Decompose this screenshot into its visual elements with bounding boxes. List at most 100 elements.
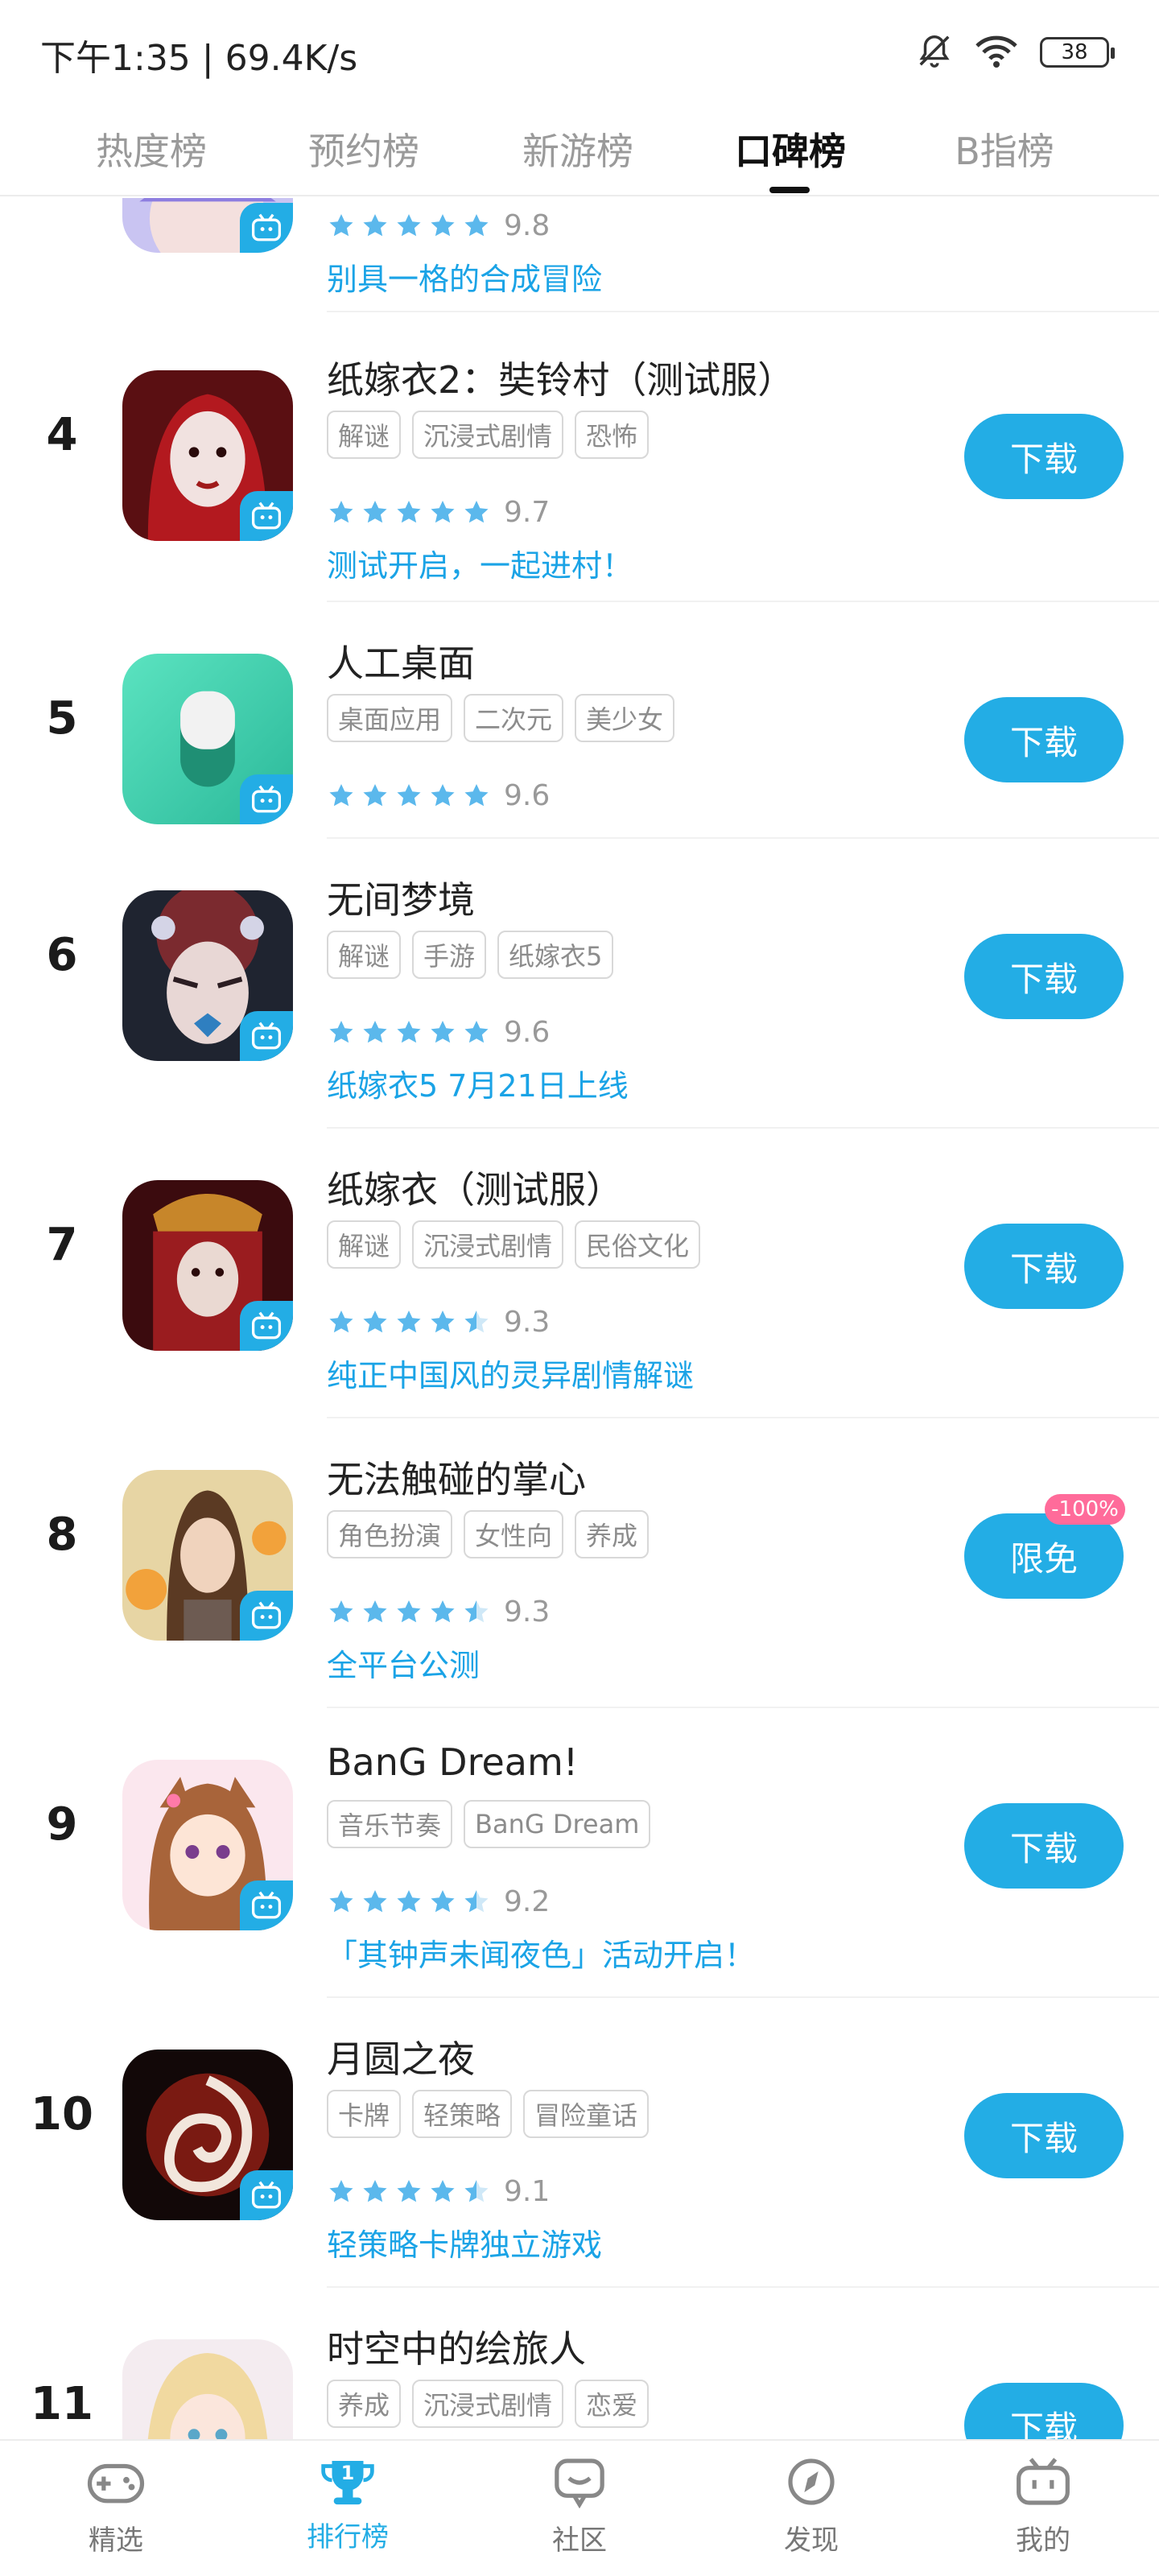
tab-reservation[interactable]: 预约榜 xyxy=(308,122,419,175)
app-subtitle: 全平台公测 xyxy=(327,1648,481,1683)
list-item[interactable]: 9.8 别具一格的合成冒险 xyxy=(0,198,1159,312)
ranking-tabs: 热度榜 预约榜 新游榜 口碑榜 B指榜 xyxy=(0,113,1159,196)
star-icon xyxy=(397,213,421,236)
chat-bubble-icon xyxy=(548,2455,611,2512)
star-icon xyxy=(329,1020,353,1042)
nav-label: 排行榜 xyxy=(307,2521,389,2553)
star-icon xyxy=(397,2179,421,2202)
app-title: BanG Dream! xyxy=(327,1740,579,1784)
list-item[interactable]: 4 纸嫁衣2：奘铃村（测试服） 解谜 沉浸式剧情 恐怖 9.7 测试开启，一起进… xyxy=(0,312,1159,602)
trophy-rank-digit: 1 xyxy=(340,2462,355,2484)
app-tags: 解谜 沉浸式剧情 民俗文化 xyxy=(327,1220,701,1269)
nav-ranking[interactable]: 1 排行榜 xyxy=(267,2455,428,2554)
nav-label: 社区 xyxy=(552,2524,607,2557)
rank-number: 7 xyxy=(46,1219,78,1271)
app-subtitle: 纸嫁衣5 7月21日上线 xyxy=(327,1068,629,1104)
app-tag: 卡牌 xyxy=(327,2090,402,2138)
star-icon xyxy=(363,1020,387,1042)
app-icon[interactable] xyxy=(122,1470,293,1641)
tv-face-icon xyxy=(1012,2455,1074,2512)
rating-score: 9.3 xyxy=(504,1596,551,1629)
app-tag: 恋爱 xyxy=(575,2380,650,2428)
tab-hot[interactable]: 热度榜 xyxy=(96,122,207,175)
rank-number: 5 xyxy=(46,692,78,745)
download-button[interactable]: 下载 xyxy=(964,414,1124,499)
nav-label: 发现 xyxy=(784,2524,839,2557)
rank-number: 4 xyxy=(46,409,78,461)
list-item[interactable]: 8 无法触碰的掌心 角色扮演 女性向 养成 9.3 全平台公测 限免 -100% xyxy=(0,1418,1159,1708)
tab-new-games[interactable]: 新游榜 xyxy=(522,122,633,175)
rating: 9.3 xyxy=(327,1596,550,1629)
nav-community[interactable]: 社区 xyxy=(499,2455,660,2557)
app-icon[interactable] xyxy=(122,2050,293,2220)
star-icon xyxy=(329,1889,353,1912)
app-icon[interactable] xyxy=(122,2339,293,2439)
app-icon[interactable] xyxy=(122,1760,293,1930)
app-tags: 解谜 手游 纸嫁衣5 xyxy=(327,931,614,979)
tab-reputation[interactable]: 口碑榜 xyxy=(735,122,846,175)
list-item[interactable]: 9 BanG Dream! 音乐节奏 BanG Dream 9.2 「其钟声未闻… xyxy=(0,1708,1159,1998)
app-tag: 美少女 xyxy=(575,694,675,742)
rating: 9.2 xyxy=(327,1885,550,1918)
rating-score: 9.6 xyxy=(504,1016,551,1049)
star-icon xyxy=(464,500,489,522)
download-button[interactable]: 下载 xyxy=(964,934,1124,1019)
download-button[interactable]: 下载 xyxy=(964,1224,1124,1309)
app-tag: 角色扮演 xyxy=(327,1510,453,1558)
app-icon[interactable] xyxy=(122,370,293,541)
rating-score: 9.3 xyxy=(504,1306,551,1339)
star-icon xyxy=(329,213,353,236)
rating-score: 9.7 xyxy=(504,496,551,529)
free-limited-button[interactable]: 限免 xyxy=(964,1513,1124,1599)
app-icon[interactable] xyxy=(122,1180,293,1351)
app-tag: 纸嫁衣5 xyxy=(497,931,614,979)
star-icon xyxy=(363,213,387,236)
bottom-navigation: 精选 1 排行榜 社区 发现 我的 xyxy=(0,2439,1159,2576)
app-tag: 桌面应用 xyxy=(327,694,453,742)
app-title: 纸嫁衣（测试服） xyxy=(327,1168,623,1212)
bilibili-badge-icon xyxy=(240,2170,293,2220)
list-item[interactable]: 10 月圆之夜 卡牌 轻策略 冒险童话 9.1 轻策略卡牌独立游戏 下载 xyxy=(0,1998,1159,2288)
nav-profile[interactable]: 我的 xyxy=(963,2455,1124,2557)
nav-featured[interactable]: 精选 xyxy=(35,2455,196,2557)
bilibili-badge-icon xyxy=(240,1011,293,1061)
list-item[interactable]: 11 时空中的绘旅人 养成 沉浸式剧情 恋爱 下载 xyxy=(0,2288,1159,2439)
list-item[interactable]: 7 纸嫁衣（测试服） 解谜 沉浸式剧情 民俗文化 9.3 纯正中国风的灵异剧情解… xyxy=(0,1129,1159,1418)
wifi-icon xyxy=(974,32,1019,72)
status-time-speed: 下午1:35 | 69.4K/s xyxy=(40,38,358,79)
rating-stars xyxy=(327,2178,491,2207)
rating: 9.6 xyxy=(327,1016,550,1049)
nav-label: 精选 xyxy=(89,2524,143,2557)
rating-stars xyxy=(327,782,491,811)
star-icon xyxy=(431,1600,455,1622)
download-button[interactable]: 下载 xyxy=(964,2093,1124,2178)
app-tag: 解谜 xyxy=(327,411,402,459)
star-icon xyxy=(329,1600,353,1622)
star-icon xyxy=(363,1600,387,1622)
rank-number: 9 xyxy=(46,1798,78,1851)
nav-discover[interactable]: 发现 xyxy=(731,2455,892,2557)
star-icon xyxy=(431,1020,455,1042)
star-icon xyxy=(464,2179,489,2202)
app-tags: 养成 沉浸式剧情 恋爱 xyxy=(327,2380,650,2428)
star-icon xyxy=(464,783,489,806)
app-icon[interactable] xyxy=(122,654,293,824)
star-icon xyxy=(431,500,455,522)
app-title: 无法触碰的掌心 xyxy=(327,1458,586,1501)
download-button[interactable]: 下载 xyxy=(964,697,1124,782)
star-icon xyxy=(397,783,421,806)
app-tags: 卡牌 轻策略 冒险童话 xyxy=(327,2090,650,2138)
list-item[interactable]: 5 人工桌面 桌面应用 二次元 美少女 9.6 下载 xyxy=(0,602,1159,839)
rating-score: 9.1 xyxy=(504,2175,551,2208)
rating: 9.6 xyxy=(327,779,550,812)
star-icon xyxy=(329,783,353,806)
download-button[interactable]: 下载 xyxy=(964,2383,1124,2439)
star-icon xyxy=(464,1889,489,1912)
app-subtitle: 别具一格的合成冒险 xyxy=(327,262,603,297)
list-item[interactable]: 6 无间梦境 解谜 手游 纸嫁衣5 9.6 纸嫁衣5 7月21日上线 下载 xyxy=(0,839,1159,1129)
app-icon[interactable] xyxy=(122,890,293,1061)
download-button[interactable]: 下载 xyxy=(964,1803,1124,1889)
app-tag: 沉浸式剧情 xyxy=(412,2380,564,2428)
tab-b-index[interactable]: B指榜 xyxy=(955,122,1054,175)
rating-stars xyxy=(327,212,491,241)
